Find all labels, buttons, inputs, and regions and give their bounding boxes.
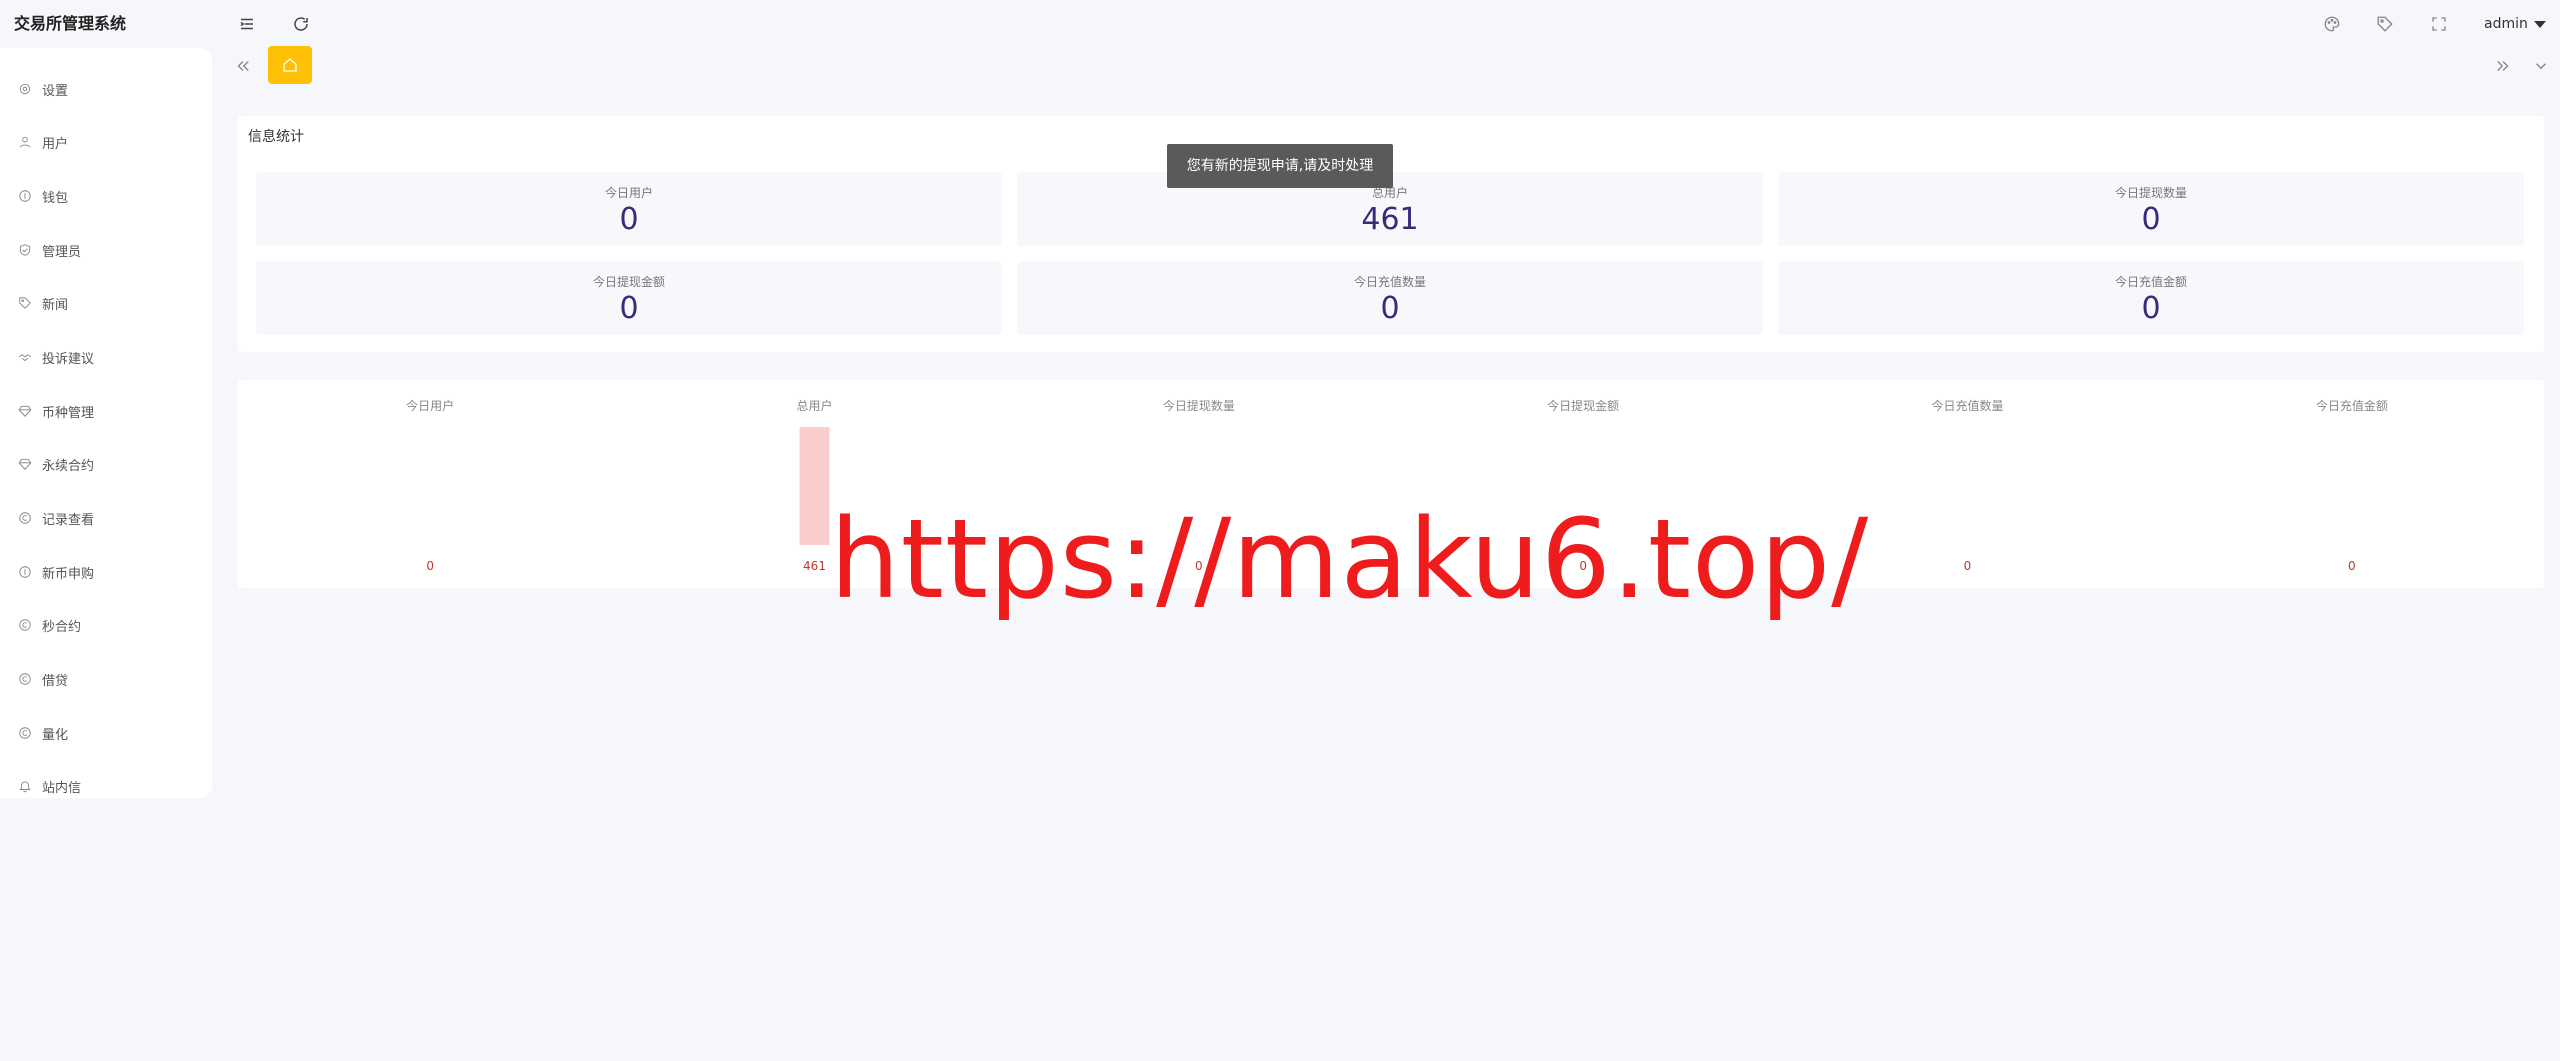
chevron-double-left-icon[interactable]: [233, 56, 253, 76]
sidebar: 设置 用户 钱包 管理员 新闻 投诉建议 币种管理 永续合约 记录查看 新币申购…: [0, 48, 212, 798]
sidebar-item-perpetual[interactable]: 永续合约: [18, 449, 198, 479]
watermark-text: https://maku6.top/: [830, 495, 1870, 623]
sidebar-item-quant[interactable]: 量化: [18, 718, 198, 748]
gem-icon: [18, 404, 32, 418]
coin-icon: [18, 511, 32, 525]
user-name: admin: [2484, 16, 2528, 32]
chevron-down-icon[interactable]: [2531, 56, 2551, 76]
shield-icon: [18, 243, 32, 257]
handshake-icon: [18, 350, 32, 364]
coin-icon: [18, 618, 32, 632]
sidebar-item-label: 借贷: [42, 673, 69, 689]
sidebar-item-users[interactable]: 用户: [18, 127, 198, 157]
stat-today-deposit-count: 今日充值数量 0: [1017, 261, 1763, 335]
gear-icon: [18, 82, 32, 96]
bell-icon: [18, 779, 32, 793]
stat-today-deposit-amount: 今日充值金额 0: [1778, 261, 2524, 335]
sidebar-item-settings[interactable]: 设置: [18, 74, 198, 104]
stat-label: 今日提现数量: [2114, 186, 2187, 200]
sidebar-item-admins[interactable]: 管理员: [18, 235, 198, 265]
stat-value: 0: [2141, 202, 2161, 237]
sidebar-item-label: 永续合约: [42, 458, 95, 474]
stat-value: 461: [1361, 202, 1419, 237]
sidebar-item-label: 设置: [42, 83, 69, 99]
refresh-icon[interactable]: [291, 14, 311, 34]
sidebar-item-label: 秒合约: [42, 619, 82, 635]
home-icon: [283, 58, 297, 72]
sidebar-item-records[interactable]: 记录查看: [18, 503, 198, 533]
caret-down-icon: [2533, 20, 2546, 28]
tag-icon[interactable]: [2375, 14, 2395, 34]
gem-icon: [18, 457, 32, 471]
sidebar-item-label: 管理员: [42, 244, 82, 260]
toast-notification: 您有新的提现申请,请及时处理: [1167, 144, 1393, 188]
stat-value: 0: [2141, 291, 2161, 326]
tag-icon: [18, 296, 32, 310]
menu-fold-icon[interactable]: [237, 14, 257, 34]
sidebar-item-label: 钱包: [42, 190, 69, 206]
sidebar-item-label: 币种管理: [42, 405, 95, 421]
sidebar-item-label: 新币申购: [42, 566, 95, 582]
sidebar-item-ipo[interactable]: 新币申购: [18, 557, 198, 587]
stat-label: 今日提现金额: [592, 275, 665, 289]
coin-icon: [18, 565, 32, 579]
user-icon: [18, 135, 32, 149]
sidebar-item-seconds-contract[interactable]: 秒合约: [18, 610, 198, 640]
coin-icon: [18, 726, 32, 740]
stat-label: 今日充值金额: [2114, 275, 2187, 289]
sidebar-item-label: 站内信: [42, 780, 82, 796]
stat-value: 0: [1380, 291, 1400, 326]
sidebar-item-label: 投诉建议: [42, 351, 95, 367]
sidebar-item-wallet[interactable]: 钱包: [18, 181, 198, 211]
sidebar-item-news[interactable]: 新闻: [18, 288, 198, 318]
theme-icon[interactable]: [2322, 14, 2342, 34]
wallet-icon: [18, 189, 32, 203]
sidebar-item-coins[interactable]: 币种管理: [18, 396, 198, 426]
app-title: 交易所管理系统: [14, 14, 127, 33]
sidebar-item-label: 量化: [42, 727, 69, 743]
sidebar-item-label: 新闻: [42, 297, 69, 313]
sidebar-item-label: 用户: [42, 136, 69, 152]
stat-label: 今日充值数量: [1353, 275, 1426, 289]
chevron-double-right-icon[interactable]: [2493, 56, 2513, 76]
user-menu[interactable]: admin: [2484, 14, 2546, 34]
stats-title: 信息统计: [248, 129, 304, 145]
sidebar-item-messages[interactable]: 站内信: [18, 771, 198, 801]
sidebar-item-label: 记录查看: [42, 512, 95, 528]
sidebar-item-complaints[interactable]: 投诉建议: [18, 342, 198, 372]
coin-icon: [18, 672, 32, 686]
stat-label: 今日用户: [604, 186, 653, 200]
stat-today-users: 今日用户 0: [256, 172, 1002, 246]
stat-today-withdraw-count: 今日提现数量 0: [1778, 172, 2524, 246]
stat-value: 0: [619, 202, 639, 237]
tab-home[interactable]: [268, 46, 312, 84]
stat-value: 0: [619, 291, 639, 326]
stat-today-withdraw-amount: 今日提现金额 0: [256, 261, 1002, 335]
fullscreen-icon[interactable]: [2429, 14, 2449, 34]
sidebar-item-loans[interactable]: 借贷: [18, 664, 198, 694]
